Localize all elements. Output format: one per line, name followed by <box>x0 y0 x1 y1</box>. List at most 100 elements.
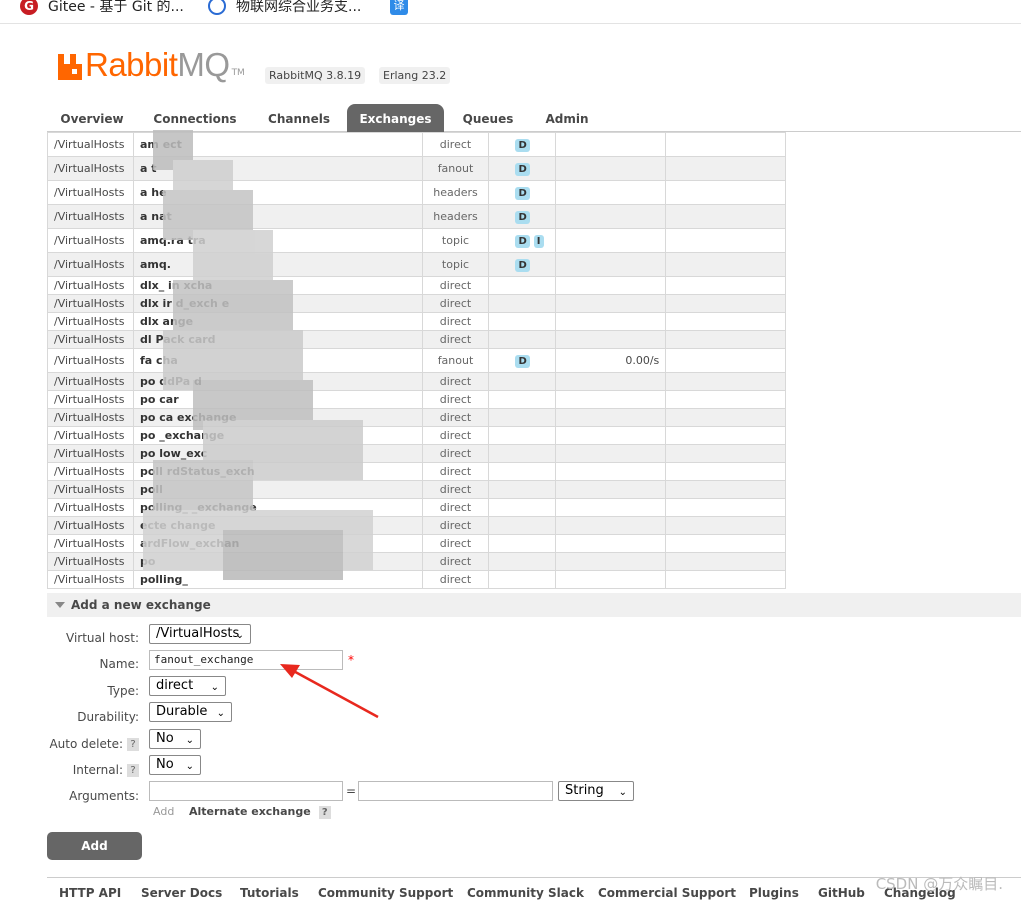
logo-trademark: TM <box>231 68 245 78</box>
table-row[interactable]: /VirtualHosts am ect direct D <box>47 132 786 157</box>
exchange-name-cell[interactable]: polling_ _exchange <box>132 498 423 517</box>
virtual-host-select[interactable]: /VirtualHosts ⌄ <box>149 624 251 644</box>
table-row[interactable]: /VirtualHosts fa cha fanout D 0.00/s <box>47 348 786 373</box>
footer-link-tutorials[interactable]: Tutorials <box>240 886 299 900</box>
vhost-cell: /VirtualHosts <box>47 426 134 445</box>
exchange-name-cell[interactable]: po car <box>132 390 423 409</box>
table-row[interactable]: /VirtualHosts dl Pack card direct <box>47 330 786 349</box>
table-row[interactable]: /VirtualHosts a t fanout D <box>47 156 786 181</box>
tab-queues[interactable]: Queues <box>453 104 523 132</box>
argument-type-select[interactable]: String ⌄ <box>558 781 634 801</box>
collapse-triangle-icon <box>55 602 65 608</box>
exchange-name-cell[interactable]: po low_exc <box>132 444 423 463</box>
auto-delete-select[interactable]: No ⌄ <box>149 729 201 749</box>
table-row[interactable]: /VirtualHosts dlx ir d_exch e direct <box>47 294 786 313</box>
table-row[interactable]: /VirtualHosts po low_exc direct <box>47 444 786 463</box>
table-row[interactable]: /VirtualHosts ecte change direct <box>47 516 786 535</box>
exchange-name-cell[interactable]: a t <box>132 156 423 181</box>
exchange-name-cell[interactable]: dl Pack card <box>132 330 423 349</box>
exchange-name-cell[interactable]: fa cha <box>132 348 423 373</box>
footer-link-github[interactable]: GitHub <box>818 886 865 900</box>
table-row[interactable]: /VirtualHosts amq. topic D <box>47 252 786 277</box>
exchange-name-cell[interactable]: poll <box>132 480 423 499</box>
exchange-name-cell[interactable]: poll rdStatus_exch <box>132 462 423 481</box>
bookmark-translate[interactable]: 译 <box>390 0 418 17</box>
tab-overview[interactable]: Overview <box>51 104 133 132</box>
table-row[interactable]: /VirtualHosts polling_ direct <box>47 570 786 589</box>
footer-link-server-docs[interactable]: Server Docs <box>141 886 222 900</box>
table-row[interactable]: /VirtualHosts po ca exchange direct <box>47 408 786 427</box>
exchange-name-cell[interactable]: amq. <box>132 252 423 277</box>
add-exchange-button[interactable]: Add exchange <box>47 832 142 881</box>
help-icon[interactable]: ? <box>127 764 139 777</box>
table-row[interactable]: /VirtualHosts poll rdStatus_exch direct <box>47 462 786 481</box>
alternate-exchange-link[interactable]: Alternate exchange? <box>189 805 331 819</box>
exchange-type-cell: direct <box>421 570 490 589</box>
add-argument-link[interactable]: Add <box>153 805 174 818</box>
table-row[interactable]: /VirtualHosts polling_ _exchange direct <box>47 498 786 517</box>
add-exchange-section-toggle[interactable]: Add a new exchange <box>47 593 1021 617</box>
type-select[interactable]: direct ⌄ <box>149 676 226 696</box>
rate-out-cell <box>665 534 786 553</box>
section-title: Add a new exchange <box>71 598 211 612</box>
internal-select[interactable]: No ⌄ <box>149 755 201 775</box>
exchange-type-cell: fanout <box>421 156 490 181</box>
table-row[interactable]: /VirtualHosts ardFlow_exchan direct <box>47 534 786 553</box>
help-icon[interactable]: ? <box>318 805 331 819</box>
rate-cell <box>555 570 667 589</box>
tab-channels[interactable]: Channels <box>257 104 341 132</box>
tab-admin[interactable]: Admin <box>537 104 597 132</box>
table-row[interactable]: /VirtualHosts a nat headers D <box>47 204 786 229</box>
exchange-name-cell[interactable]: po <box>132 552 423 571</box>
chevron-down-icon: ⌄ <box>185 735 194 746</box>
rate-cell <box>555 204 667 229</box>
table-row[interactable]: /VirtualHosts amq.ra tra topic D I <box>47 228 786 253</box>
exchange-name-cell[interactable]: dlx ange <box>132 312 423 331</box>
rate-out-cell <box>665 204 786 229</box>
exchange-name-cell[interactable]: a he <box>132 180 423 205</box>
table-row[interactable]: /VirtualHosts dlx ange direct <box>47 312 786 331</box>
table-row[interactable]: /VirtualHosts po ddPa d direct <box>47 372 786 391</box>
tab-connections[interactable]: Connections <box>147 104 243 132</box>
exchange-type-cell: direct <box>421 534 490 553</box>
footer-link-plugins[interactable]: Plugins <box>749 886 799 900</box>
help-icon[interactable]: ? <box>127 738 139 751</box>
footer-link-community-slack[interactable]: Community Slack <box>467 886 584 900</box>
footer-link-community-support[interactable]: Community Support <box>318 886 453 900</box>
footer-link-commercial-support[interactable]: Commercial Support <box>598 886 736 900</box>
table-row[interactable]: /VirtualHosts po _exchange direct <box>47 426 786 445</box>
exchange-name-cell[interactable]: dlx_ in xcha <box>132 276 423 295</box>
exchange-name-cell[interactable]: ardFlow_exchan <box>132 534 423 553</box>
exchange-type-cell: direct <box>421 372 490 391</box>
table-row[interactable]: /VirtualHosts dlx_ in xcha direct <box>47 276 786 295</box>
table-row[interactable]: /VirtualHosts a he headers D <box>47 180 786 205</box>
exchange-name-cell[interactable]: a nat <box>132 204 423 229</box>
tab-exchanges[interactable]: Exchanges <box>347 104 444 132</box>
exchange-name-input[interactable]: fanout_exchange <box>149 650 343 670</box>
exchange-name-cell[interactable]: amq.ra tra <box>132 228 423 253</box>
rate-out-cell <box>665 228 786 253</box>
argument-value-input[interactable] <box>358 781 553 801</box>
features-cell <box>488 462 557 481</box>
table-row[interactable]: /VirtualHosts po car direct <box>47 390 786 409</box>
feature-badge: D <box>515 210 530 224</box>
table-row[interactable]: /VirtualHosts po direct <box>47 552 786 571</box>
exchange-name-cell[interactable]: po _exchange <box>132 426 423 445</box>
vhost-cell: /VirtualHosts <box>47 228 134 253</box>
table-row[interactable]: /VirtualHosts poll direct <box>47 480 786 499</box>
footer-link-http-api[interactable]: HTTP API <box>59 886 121 900</box>
exchange-name-cell[interactable]: po ddPa d <box>132 372 423 391</box>
rate-cell <box>555 228 667 253</box>
durability-select[interactable]: Durable ⌄ <box>149 702 232 722</box>
bookmark-iot[interactable]: 物联网综合业务支... <box>208 0 361 17</box>
vhost-cell: /VirtualHosts <box>47 372 134 391</box>
exchange-name-cell[interactable]: ecte change <box>132 516 423 535</box>
bookmark-gitee[interactable]: G Gitee - 基于 Git 的... <box>20 0 184 17</box>
exchange-name-cell[interactable]: po ca exchange <box>132 408 423 427</box>
virtual-host-value: /VirtualHosts <box>156 626 240 641</box>
exchange-name-cell[interactable]: dlx ir d_exch e <box>132 294 423 313</box>
exchange-name-cell[interactable]: am ect <box>132 132 423 157</box>
exchange-name-cell[interactable]: polling_ <box>132 570 423 589</box>
exchange-type-cell: headers <box>421 204 490 229</box>
argument-key-input[interactable] <box>149 781 343 801</box>
